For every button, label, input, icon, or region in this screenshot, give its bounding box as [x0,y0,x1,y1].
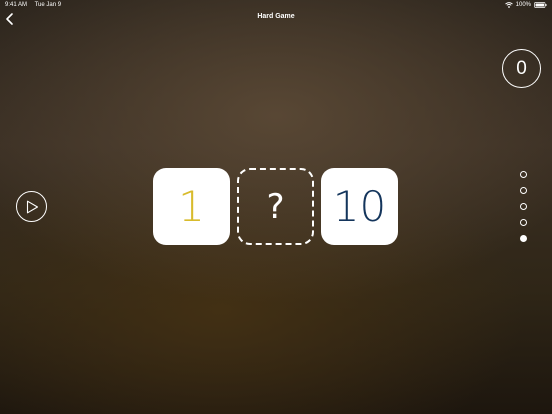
navigation-bar: Hard Game [0,10,552,28]
battery-percent: 100% [515,2,531,8]
score-counter: 0 [502,49,541,88]
progress-dot-1 [520,171,527,178]
progress-dot-4 [520,219,527,226]
question-mark: ? [266,186,285,227]
score-value: 0 [516,57,527,79]
number-tile-left: 1 [153,168,230,245]
status-time: 9:41 AM [5,2,28,8]
right-number: 10 [332,182,387,231]
status-date: Tue Jan 9 [34,2,62,8]
number-tile-right: 10 [321,168,398,245]
progress-dot-5 [520,235,527,242]
progress-dot-3 [520,203,527,210]
answer-slot[interactable]: ? [237,168,314,245]
play-icon [26,200,39,214]
status-right: 100% [504,0,547,10]
left-number: 1 [178,182,205,231]
play-button[interactable] [16,191,47,222]
status-left: 9:41 AM Tue Jan 9 [5,0,67,10]
progress-dot-2 [520,187,527,194]
page-title: Hard Game [257,13,295,20]
status-bar: 9:41 AM Tue Jan 9 100% [0,0,552,10]
wifi-icon [504,2,513,8]
battery-icon [534,2,547,8]
